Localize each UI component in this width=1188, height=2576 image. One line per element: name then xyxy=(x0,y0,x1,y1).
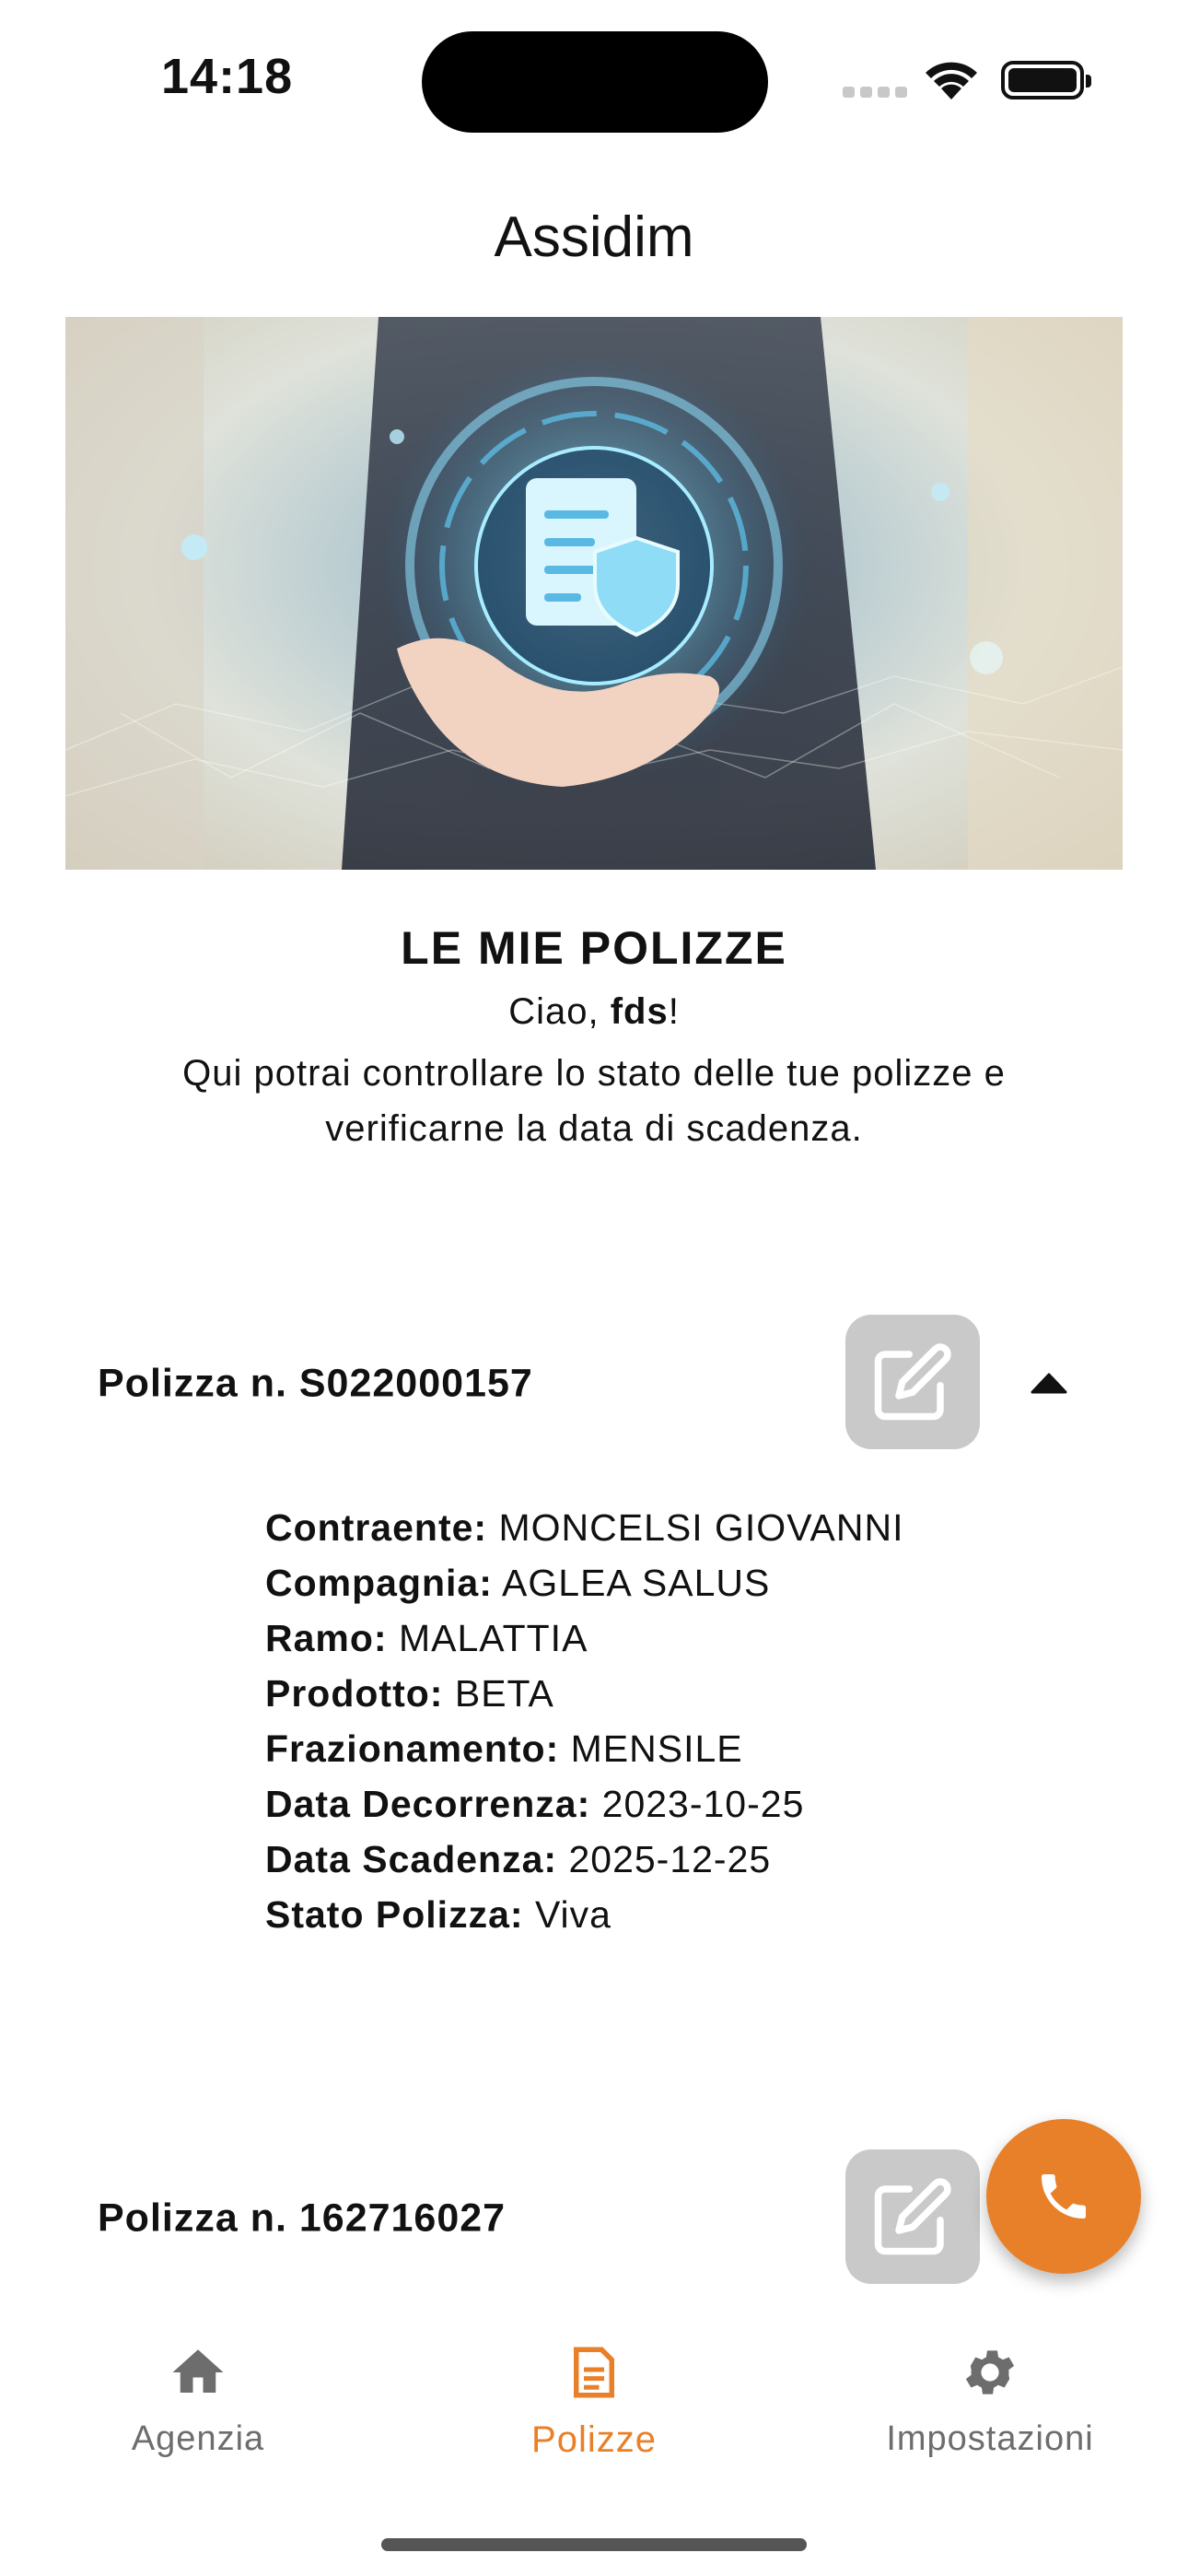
greeting-suffix: ! xyxy=(668,991,680,1032)
detail-row-compagnia: Compagnia: AGLEA SALUS xyxy=(265,1555,903,1610)
call-button[interactable] xyxy=(986,2119,1141,2274)
detail-row-frazionamento: Frazionamento: MENSILE xyxy=(265,1721,903,1776)
detail-value: AGLEA SALUS xyxy=(502,1562,771,1604)
detail-row-stato-polizza: Stato Polizza: Viva xyxy=(265,1887,903,1942)
home-icon xyxy=(172,2349,224,2393)
tab-polizze[interactable]: Polizze xyxy=(442,2342,746,2461)
tab-agenzia[interactable]: Agenzia xyxy=(46,2342,350,2459)
detail-value: MALATTIA xyxy=(398,1617,588,1659)
policy-card-header[interactable]: Polizza n. S022000157 xyxy=(98,1315,1111,1453)
greeting-prefix: Ciao, xyxy=(508,991,611,1032)
detail-row-prodotto: Prodotto: BETA xyxy=(265,1666,903,1721)
intro-description: Qui potrai controllare lo stato delle tu… xyxy=(182,1053,1006,1149)
document-icon xyxy=(574,2347,614,2398)
detail-label: Ramo: xyxy=(265,1617,388,1659)
detail-label: Frazionamento: xyxy=(265,1727,560,1770)
detail-label: Compagnia: xyxy=(265,1562,493,1604)
detail-value: BETA xyxy=(454,1672,554,1715)
detail-label: Prodotto: xyxy=(265,1672,444,1715)
detail-label: Contraente: xyxy=(265,1506,488,1549)
wifi-icon xyxy=(926,62,977,100)
edit-icon xyxy=(874,2178,951,2255)
edit-policy-button[interactable] xyxy=(845,2149,980,2284)
detail-label: Data Scadenza: xyxy=(265,1838,558,1880)
tab-impostazioni[interactable]: Impostazioni xyxy=(838,2342,1142,2459)
dynamic-island xyxy=(422,31,768,133)
policy-details: Contraente: MONCELSI GIOVANNI Compagnia:… xyxy=(265,1500,903,1942)
edit-icon xyxy=(874,1343,951,1421)
tab-label: Agenzia xyxy=(131,2419,265,2458)
policy-card-header[interactable]: Polizza n. 162716027 xyxy=(98,2149,1111,2288)
intro-section: LE MIE POLIZZE Ciao, fds! Qui potrai con… xyxy=(0,921,1188,1156)
policy-title: Polizza n. S022000157 xyxy=(98,1361,533,1406)
detail-row-data-decorrenza: Data Decorrenza: 2023-10-25 xyxy=(265,1776,903,1832)
chevron-up-icon[interactable] xyxy=(1030,1372,1068,1394)
policy-title: Polizza n. 162716027 xyxy=(98,2195,507,2241)
cellular-signal-icon xyxy=(843,85,907,98)
detail-label: Data Decorrenza: xyxy=(265,1783,591,1825)
user-name: fds xyxy=(610,991,669,1032)
section-title: LE MIE POLIZZE xyxy=(401,922,787,974)
home-indicator[interactable] xyxy=(381,2538,807,2551)
tab-label: Impostazioni xyxy=(886,2419,1094,2458)
detail-label: Stato Polizza: xyxy=(265,1893,524,1936)
detail-value: MONCELSI GIOVANNI xyxy=(498,1506,904,1549)
detail-value: 2025-12-25 xyxy=(568,1838,772,1880)
gear-icon xyxy=(965,2350,1015,2395)
edit-policy-button[interactable] xyxy=(845,1315,980,1449)
detail-row-contraente: Contraente: MONCELSI GIOVANNI xyxy=(265,1500,903,1555)
status-bar: 14:18 xyxy=(0,0,1188,157)
detail-value: MENSILE xyxy=(570,1727,743,1770)
greeting: Ciao, fds! xyxy=(0,991,1188,1033)
detail-row-data-scadenza: Data Scadenza: 2025-12-25 xyxy=(265,1832,903,1887)
hero-image xyxy=(65,317,1123,870)
page-title: Assidim xyxy=(494,205,694,269)
detail-value: Viva xyxy=(534,1893,611,1936)
status-time: 14:18 xyxy=(161,49,294,104)
battery-icon xyxy=(1001,61,1091,100)
phone-icon xyxy=(1042,2174,1086,2219)
detail-row-ramo: Ramo: MALATTIA xyxy=(265,1610,903,1666)
tab-label: Polizze xyxy=(531,2419,657,2460)
detail-value: 2023-10-25 xyxy=(601,1783,805,1825)
